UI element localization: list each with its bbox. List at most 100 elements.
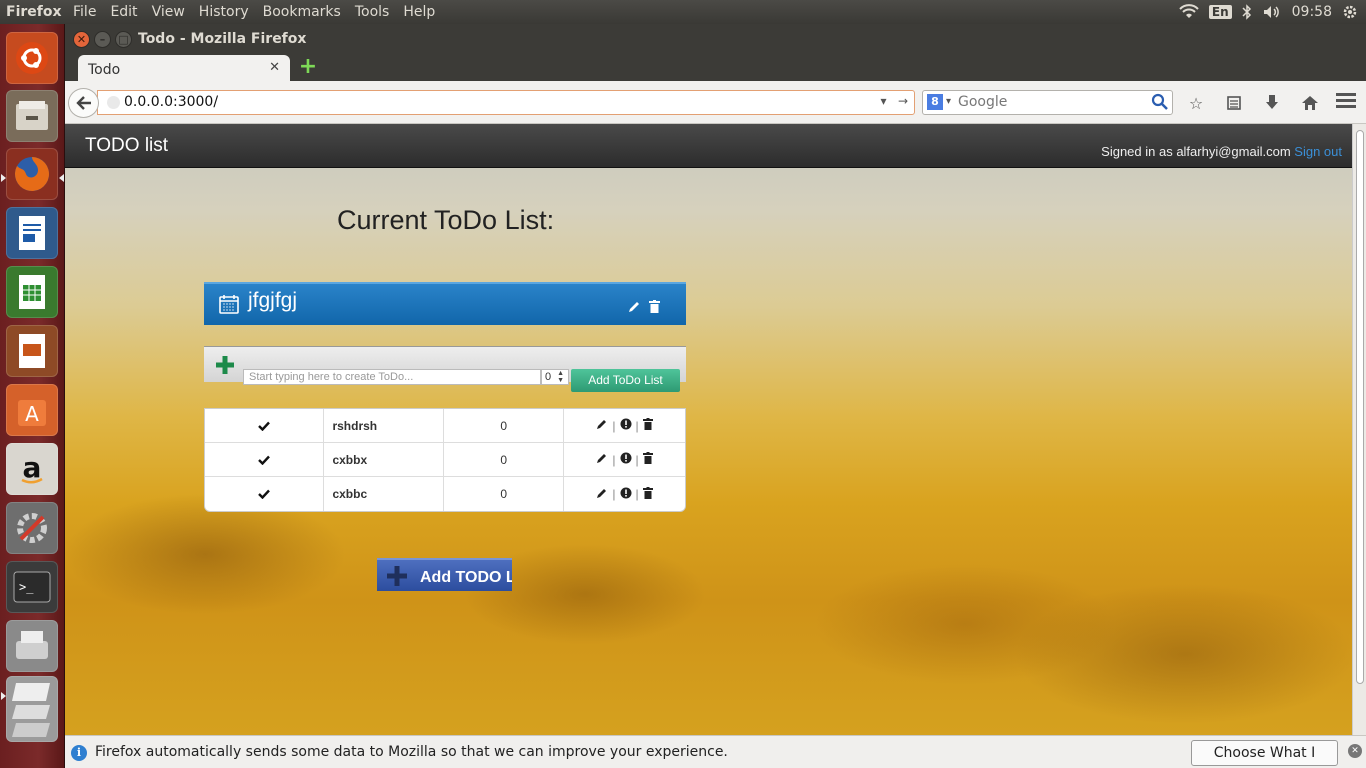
- signed-in-text: Signed in as alfarhyi@gmail.com: [1101, 144, 1291, 159]
- tab-strip: Todo ✕ +: [65, 54, 1366, 81]
- home-icon[interactable]: [1297, 92, 1323, 114]
- chevron-down-icon[interactable]: ▾: [946, 96, 951, 107]
- choose-what-i-share-button[interactable]: Choose What I Share: [1191, 740, 1338, 766]
- edit-list-pencil-icon[interactable]: [628, 298, 641, 317]
- list-actions: [628, 298, 660, 317]
- todo-table: rshdrsh 0 | | cxbbx 0 | | cxbbc 0 | |: [204, 408, 686, 512]
- url-controls: ▾ →: [880, 94, 908, 108]
- maximize-window-icon[interactable]: □: [115, 30, 132, 48]
- workspace-switcher-icon[interactable]: [6, 676, 58, 742]
- history-dropdown-icon[interactable]: ▾: [880, 94, 886, 108]
- priority-exclamation-icon[interactable]: [620, 452, 632, 467]
- todo-actions: | |: [564, 443, 685, 476]
- site-brand[interactable]: TODO list: [85, 135, 168, 157]
- trash-icon[interactable]: [642, 452, 653, 467]
- menu-edit[interactable]: Edit: [103, 4, 144, 20]
- active-indicator: [59, 174, 64, 182]
- bookmarks-menu-icon[interactable]: [1221, 92, 1247, 114]
- new-todo-input[interactable]: Start typing here to create ToDo...: [243, 369, 541, 385]
- system-settings-icon[interactable]: [6, 502, 58, 554]
- files-icon[interactable]: [6, 90, 58, 142]
- separator: |: [635, 487, 639, 501]
- add-todo-label: Add TODO L: [420, 569, 512, 586]
- close-tab-icon[interactable]: ✕: [269, 60, 280, 75]
- tab-todo[interactable]: Todo ✕: [78, 55, 290, 81]
- sign-out-link[interactable]: Sign out: [1294, 144, 1342, 159]
- arrow-left-icon: [75, 96, 91, 110]
- menu-tools[interactable]: Tools: [348, 4, 397, 20]
- scanner-icon[interactable]: [6, 620, 58, 672]
- table-row: cxbbx 0 | |: [205, 443, 685, 477]
- software-center-icon[interactable]: A: [6, 384, 58, 436]
- add-todo-list-big-button[interactable]: Add TODO L: [377, 558, 512, 591]
- edit-pencil-icon[interactable]: [596, 418, 608, 433]
- priority-exclamation-icon[interactable]: [620, 418, 632, 433]
- close-notification-icon[interactable]: ✕: [1348, 744, 1362, 758]
- edit-pencil-icon[interactable]: [596, 487, 608, 502]
- menu-bookmarks[interactable]: Bookmarks: [256, 4, 348, 20]
- scrollbar-thumb[interactable]: [1356, 130, 1364, 684]
- table-row: rshdrsh 0 | |: [205, 409, 685, 443]
- separator: |: [635, 418, 639, 433]
- download-icon[interactable]: [1259, 92, 1285, 114]
- add-todo-list-button[interactable]: Add ToDo List: [571, 369, 680, 392]
- delete-list-trash-icon[interactable]: [649, 298, 660, 317]
- system-tray: En 09:58: [1179, 0, 1366, 24]
- menu-hamburger-icon[interactable]: [1336, 93, 1356, 111]
- check-icon[interactable]: [205, 409, 325, 442]
- url-text: 0.0.0.0:3000/: [124, 94, 219, 110]
- menu-history[interactable]: History: [192, 4, 256, 20]
- trash-icon[interactable]: [642, 486, 653, 502]
- new-todo-row: Start typing here to create ToDo... 0 ▲ ▼…: [204, 346, 686, 392]
- notification-message: Firefox automatically sends some data to…: [95, 744, 728, 760]
- writer-icon[interactable]: [6, 207, 58, 259]
- edit-pencil-icon[interactable]: [596, 452, 608, 467]
- clock[interactable]: 09:58: [1292, 4, 1332, 20]
- table-row: cxbbc 0 | |: [205, 477, 685, 511]
- volume-icon[interactable]: [1262, 4, 1282, 20]
- gear-icon[interactable]: [1342, 4, 1358, 20]
- search-icon[interactable]: [1151, 93, 1169, 115]
- separator: |: [612, 487, 616, 501]
- todo-priority: 0: [444, 409, 565, 442]
- separator: |: [612, 452, 616, 467]
- firefox-window: ✕ – □ Todo - Mozilla Firefox Todo ✕ + 0.…: [65, 24, 1366, 768]
- info-icon: i: [71, 745, 87, 761]
- terminal-icon[interactable]: >_: [6, 561, 58, 613]
- ubuntu-dash-icon[interactable]: [6, 32, 58, 84]
- priority-value: 0: [545, 371, 552, 383]
- new-tab-button[interactable]: +: [298, 56, 318, 78]
- window-title: Todo - Mozilla Firefox: [138, 31, 307, 47]
- vertical-scrollbar[interactable]: [1352, 124, 1366, 735]
- search-bar[interactable]: 8 ▾ Google: [922, 90, 1173, 115]
- menu-help[interactable]: Help: [396, 4, 442, 20]
- minimize-window-icon[interactable]: –: [94, 30, 111, 48]
- go-arrow-icon[interactable]: →: [898, 94, 908, 108]
- wifi-icon[interactable]: [1179, 4, 1199, 20]
- bookmark-star-icon[interactable]: ☆: [1183, 92, 1209, 114]
- priority-stepper[interactable]: 0 ▲ ▼: [541, 369, 569, 385]
- close-window-icon[interactable]: ✕: [73, 30, 90, 48]
- todo-list-header: jfgjfgj: [204, 282, 686, 325]
- menu-view[interactable]: View: [145, 4, 192, 20]
- firefox-icon[interactable]: [6, 148, 58, 200]
- separator: |: [635, 452, 639, 467]
- menu-file[interactable]: File: [66, 4, 103, 20]
- todo-actions: | |: [564, 477, 685, 511]
- title-bar: ✕ – □ Todo - Mozilla Firefox: [65, 24, 1366, 54]
- priority-exclamation-icon[interactable]: [620, 487, 632, 502]
- amazon-icon[interactable]: a: [6, 443, 58, 495]
- todo-list-title: jfgjfgj: [248, 289, 298, 312]
- check-icon[interactable]: [205, 477, 325, 511]
- launcher: A a >_: [0, 24, 65, 768]
- calc-icon[interactable]: [6, 266, 58, 318]
- url-bar[interactable]: 0.0.0.0:3000/ ▾ →: [97, 90, 915, 115]
- google-icon[interactable]: 8: [927, 94, 943, 110]
- back-button[interactable]: [68, 88, 99, 118]
- trash-icon[interactable]: [642, 418, 653, 433]
- bluetooth-icon[interactable]: [1242, 4, 1252, 20]
- check-icon[interactable]: [205, 443, 325, 476]
- impress-icon[interactable]: [6, 325, 58, 377]
- keyboard-layout-indicator[interactable]: En: [1208, 5, 1232, 19]
- stepper-arrows-icon[interactable]: ▲ ▼: [557, 370, 564, 384]
